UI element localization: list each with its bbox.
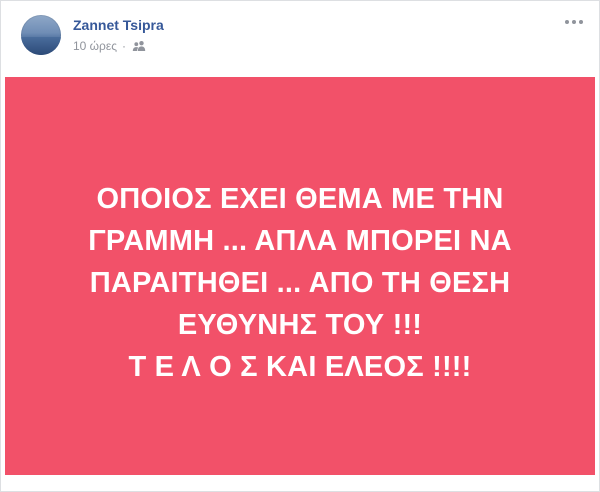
author-avatar[interactable] bbox=[21, 15, 61, 55]
post-header: Zannet Tsipra 10 ώρες · bbox=[1, 1, 599, 77]
options-dot bbox=[565, 20, 569, 24]
options-dot bbox=[572, 20, 576, 24]
options-dot bbox=[579, 20, 583, 24]
post-card: Zannet Tsipra 10 ώρες · ΟΠΟΙΟΣ ΕΧΕΙ ΘΕΜΑ… bbox=[0, 0, 600, 492]
post-text-line: Τ Ε Λ Ο Σ ΚΑΙ ΕΛΕΟΣ !!!! bbox=[128, 351, 472, 383]
post-text-line: ΓΡΑΜΜΗ ... ΑΠΛΑ ΜΠΟΡΕΙ ΝΑ bbox=[88, 225, 512, 257]
post-meta: 10 ώρες · bbox=[73, 38, 146, 54]
post-timestamp[interactable]: 10 ώρες bbox=[73, 38, 117, 54]
post-background-panel: ΟΠΟΙΟΣ ΕΧΕΙ ΘΕΜΑ ΜΕ ΤΗΝ ΓΡΑΜΜΗ ... ΑΠΛΑ … bbox=[5, 77, 595, 475]
friends-icon[interactable] bbox=[132, 40, 146, 52]
post-text-line: ΟΠΟΙΟΣ ΕΧΕΙ ΘΕΜΑ ΜΕ ΤΗΝ bbox=[96, 183, 504, 215]
post-text: ΟΠΟΙΟΣ ΕΧΕΙ ΘΕΜΑ ΜΕ ΤΗΝ ΓΡΑΜΜΗ ... ΑΠΛΑ … bbox=[20, 178, 580, 388]
avatar-landscape bbox=[21, 37, 61, 55]
post-text-line: ΕΥΘΥΝΗΣ ΤΟΥ !!! bbox=[177, 309, 423, 341]
meta-separator: · bbox=[122, 39, 127, 53]
more-options-icon[interactable] bbox=[565, 17, 583, 27]
post-text-line: ΠΑΡΑΙΤΗΘΕΙ ... ΑΠΟ ΤΗ ΘΕΣΗ bbox=[89, 267, 511, 299]
author-name-link[interactable]: Zannet Tsipra bbox=[73, 16, 164, 34]
